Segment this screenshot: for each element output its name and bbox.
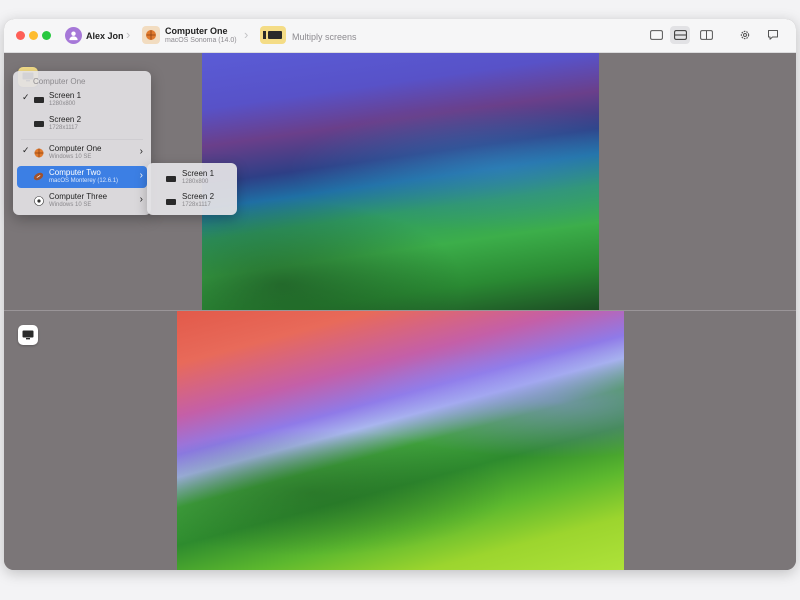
multiple-screens-icon[interactable] — [260, 26, 286, 44]
monitor-icon — [165, 196, 176, 207]
chevron-right-icon: › — [139, 194, 143, 205]
monitor-icon — [33, 118, 44, 129]
submenu-item-label: Screen 2 — [182, 192, 215, 201]
gear-icon[interactable] — [735, 26, 755, 44]
user-name[interactable]: Alex Jon — [86, 31, 124, 41]
menu-item-computer-three[interactable]: Computer Three Windows 10 SE › — [17, 190, 147, 212]
close-window-button[interactable] — [16, 31, 25, 40]
screen-selector-button[interactable] — [18, 325, 38, 345]
menu-item-label: Screen 1 — [49, 91, 82, 100]
chat-icon[interactable] — [763, 26, 783, 44]
checkmark-icon: ✓ — [22, 92, 30, 102]
menu-item-sublabel: 1728x1117 — [49, 125, 78, 131]
football-icon — [33, 171, 44, 182]
monitor-icon — [33, 94, 44, 105]
menu-header: Computer One — [33, 77, 86, 86]
zoom-window-button[interactable] — [42, 31, 51, 40]
menu-item-sublabel: 1280x800 — [49, 101, 76, 107]
chevron-right-icon: › — [139, 146, 143, 157]
breadcrumb-chevron-icon: › — [244, 27, 249, 42]
computer-name[interactable]: Computer One — [165, 26, 228, 36]
submenu-item-sublabel: 1728x1117 — [182, 202, 211, 208]
chevron-right-icon: › — [139, 170, 143, 181]
remote-screen-wallpaper[interactable] — [202, 53, 599, 310]
user-avatar-icon[interactable] — [65, 27, 82, 44]
computer-two-submenu: Screen 1 1280x800 Screen 2 1728x1117 — [147, 163, 237, 215]
split-vertical-icon[interactable] — [696, 26, 716, 44]
menu-item-sublabel: Windows 10 SE — [49, 202, 92, 208]
menu-item-label: Computer Two — [49, 168, 101, 177]
minimize-window-button[interactable] — [29, 31, 38, 40]
split-horizontal-icon[interactable] — [670, 26, 690, 44]
menu-item-computer-one[interactable]: ✓ Computer One Windows 10 SE › — [17, 142, 147, 164]
menu-item-screen-1[interactable]: ✓ Screen 1 1280x800 — [17, 89, 147, 111]
submenu-item-screen-2[interactable]: Screen 2 1728x1117 — [151, 190, 233, 212]
submenu-item-screen-1[interactable]: Screen 1 1280x800 — [151, 167, 233, 189]
screens-label[interactable]: Multiply screens — [292, 32, 357, 42]
basketball-icon — [33, 147, 44, 158]
menu-item-label: Computer One — [49, 144, 102, 153]
soccer-ball-icon — [33, 195, 44, 206]
menu-item-computer-two[interactable]: Computer Two macOS Monterey (12.6.1) › — [17, 166, 147, 188]
computer-icon[interactable] — [142, 26, 160, 44]
computer-os: macOS Sonoma (14.0) — [165, 37, 237, 44]
menu-item-label: Screen 2 — [49, 115, 82, 124]
toolbar: Alex Jon › Computer One macOS Sonoma (14… — [4, 19, 796, 53]
menu-item-sublabel: Windows 10 SE — [49, 154, 92, 160]
menu-item-sublabel: macOS Monterey (12.6.1) — [49, 178, 119, 184]
checkmark-icon: ✓ — [22, 145, 30, 155]
monitor-icon — [165, 173, 176, 184]
menu-item-label: Computer Three — [49, 192, 108, 201]
remote-screen-wallpaper[interactable] — [177, 311, 624, 570]
single-view-icon[interactable] — [646, 26, 666, 44]
submenu-item-label: Screen 1 — [182, 169, 215, 178]
menu-separator — [21, 139, 143, 140]
menu-item-screen-2[interactable]: Screen 2 1728x1117 — [17, 113, 147, 135]
screen-selection-menu: Computer One ✓ Screen 1 1280x800 Screen … — [13, 71, 151, 215]
submenu-item-sublabel: 1280x800 — [182, 179, 209, 185]
breadcrumb-chevron-icon: › — [126, 27, 131, 42]
bottom-screen-pane[interactable] — [4, 311, 796, 570]
